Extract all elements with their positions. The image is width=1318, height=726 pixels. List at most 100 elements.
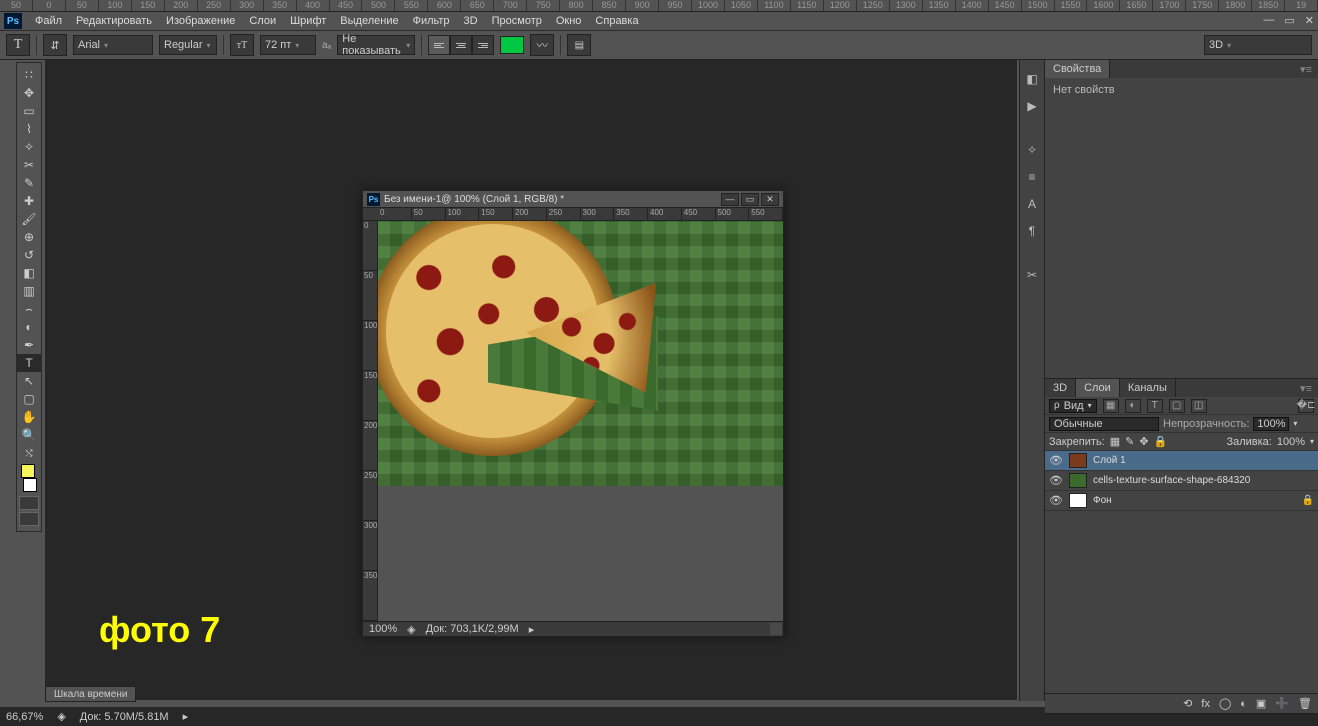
healing-tool[interactable]: ✚: [17, 192, 41, 210]
menu-item[interactable]: Шрифт: [283, 13, 333, 29]
fill-input[interactable]: 100%: [1277, 436, 1305, 448]
panel-icon[interactable]: ✧: [1023, 142, 1041, 158]
lock-all-icon[interactable]: ▦: [1110, 435, 1120, 448]
resize-grip[interactable]: [770, 623, 782, 635]
status-arrow-icon[interactable]: ▸: [183, 710, 189, 723]
type-tool[interactable]: T: [17, 354, 41, 372]
restore-icon[interactable]: ▭: [1284, 14, 1294, 27]
warp-text-button[interactable]: 〰: [530, 34, 554, 56]
align-right-button[interactable]: [472, 35, 494, 55]
new-fill-icon[interactable]: ◐: [1240, 698, 1247, 710]
panel-menu-icon[interactable]: ▾≡: [1294, 63, 1318, 76]
layer-fx-icon[interactable]: fx: [1201, 698, 1210, 710]
doc-minimize-button[interactable]: —: [721, 193, 739, 206]
lock-pixel-icon[interactable]: ✎: [1125, 435, 1134, 448]
screen-mode-buttons[interactable]: [17, 494, 41, 528]
swap-colors-icon[interactable]: ⤭: [17, 444, 41, 462]
grip-icon[interactable]: ∷: [17, 66, 41, 84]
menu-item[interactable]: Просмотр: [485, 13, 549, 29]
visibility-toggle[interactable]: 👁: [1049, 474, 1063, 487]
menu-item[interactable]: Справка: [588, 13, 645, 29]
delete-layer-icon[interactable]: 🗑: [1298, 697, 1312, 710]
character-panel-button[interactable]: ▤: [567, 34, 591, 56]
align-center-button[interactable]: [450, 35, 472, 55]
close-icon[interactable]: ✕: [1305, 14, 1314, 27]
panel-tab[interactable]: 3D: [1045, 379, 1076, 397]
filter-toggle[interactable]: �⊏: [1298, 399, 1314, 413]
visibility-toggle[interactable]: 👁: [1049, 494, 1063, 507]
filter-type-icon[interactable]: T: [1147, 399, 1163, 413]
eyedropper-tool[interactable]: ✎: [17, 174, 41, 192]
panel-icon[interactable]: ▶: [1023, 98, 1041, 114]
doc-status-icon[interactable]: ◈: [407, 623, 415, 636]
layer-kind-select[interactable]: ρ Вид ▾: [1049, 399, 1097, 413]
app-zoom[interactable]: 66,67%: [6, 711, 43, 723]
menu-item[interactable]: Окно: [549, 13, 589, 29]
text-color-swatch[interactable]: [500, 36, 524, 54]
antialias-select[interactable]: Не показывать▾: [337, 35, 415, 55]
history-brush-tool[interactable]: ↺: [17, 246, 41, 264]
layer-name[interactable]: cells-texture-surface-shape-684320: [1093, 475, 1250, 486]
layer-name[interactable]: Фон: [1093, 495, 1112, 506]
marquee-tool[interactable]: ▭: [17, 102, 41, 120]
filter-shape-icon[interactable]: ▢: [1169, 399, 1185, 413]
hand-tool[interactable]: ✋: [17, 408, 41, 426]
font-family-select[interactable]: Arial▾: [73, 35, 153, 55]
visibility-toggle[interactable]: 👁: [1049, 454, 1063, 467]
doc-status-arrow-icon[interactable]: ▸: [529, 623, 535, 636]
lock-icon[interactable]: 🔒: [1154, 435, 1168, 448]
window-controls[interactable]: — ▭ ✕: [1263, 14, 1314, 27]
panel-icon[interactable]: ¶: [1023, 223, 1041, 239]
new-group-icon[interactable]: ▣: [1256, 697, 1266, 710]
panel-icon[interactable]: ◧: [1023, 71, 1041, 87]
eraser-tool[interactable]: ◧: [17, 264, 41, 282]
layer-name[interactable]: Слой 1: [1093, 455, 1126, 466]
layer-mask-icon[interactable]: ◯: [1219, 697, 1231, 710]
menu-item[interactable]: Выделение: [333, 13, 405, 29]
doc-close-button[interactable]: ✕: [761, 193, 779, 206]
menu-item[interactable]: 3D: [457, 13, 485, 29]
dodge-tool[interactable]: ◐: [17, 318, 41, 336]
workspace-select[interactable]: 3D▾: [1204, 35, 1312, 55]
filter-smart-icon[interactable]: ◫: [1191, 399, 1207, 413]
text-align-group[interactable]: [428, 35, 494, 55]
properties-tab[interactable]: Свойства: [1045, 60, 1110, 78]
stamp-tool[interactable]: ⊕: [17, 228, 41, 246]
document-zoom[interactable]: 100%: [369, 623, 397, 635]
filter-adjust-icon[interactable]: ◐: [1125, 399, 1141, 413]
link-layers-icon[interactable]: ⟲: [1183, 697, 1192, 710]
panel-icon[interactable]: A: [1023, 196, 1041, 212]
align-left-button[interactable]: [428, 35, 450, 55]
layer-row[interactable]: 👁 cells-texture-surface-shape-684320: [1045, 471, 1318, 491]
menu-item[interactable]: Файл: [28, 13, 69, 29]
orientation-toggle[interactable]: ⇵: [43, 34, 67, 56]
crop-tool[interactable]: ✂: [17, 156, 41, 174]
layer-row[interactable]: 👁Фон🔒: [1045, 491, 1318, 511]
gradient-tool[interactable]: ▥: [17, 282, 41, 300]
doc-maximize-button[interactable]: ▭: [741, 193, 759, 206]
shape-tool[interactable]: ▢: [17, 390, 41, 408]
document-titlebar[interactable]: Ps Без имени-1@ 100% (Слой 1, RGB/8) * —…: [363, 191, 783, 208]
menu-item[interactable]: Изображение: [159, 13, 242, 29]
lasso-tool[interactable]: ⌇: [17, 120, 41, 138]
blend-mode-select[interactable]: Обычные: [1049, 417, 1159, 431]
move-tool[interactable]: ✥: [17, 84, 41, 102]
panel-menu-icon[interactable]: ▾≡: [1294, 382, 1318, 395]
brush-tool[interactable]: 🖌: [17, 210, 41, 228]
tool-indicator-icon[interactable]: T: [6, 34, 30, 56]
layer-row[interactable]: 👁 Слой 1: [1045, 451, 1318, 471]
font-weight-select[interactable]: Regular▾: [159, 35, 217, 55]
panel-tab[interactable]: Каналы: [1120, 379, 1176, 397]
menu-item[interactable]: Слои: [242, 13, 283, 29]
pen-tool[interactable]: ✒: [17, 336, 41, 354]
foreground-background-swatch[interactable]: [21, 464, 37, 492]
opacity-input[interactable]: 100%: [1253, 417, 1289, 431]
panel-icon[interactable]: ✂: [1023, 267, 1041, 283]
filter-pixel-icon[interactable]: ▦: [1103, 399, 1119, 413]
status-icon[interactable]: ◈: [57, 710, 65, 723]
minimize-icon[interactable]: —: [1263, 14, 1274, 27]
panel-tab[interactable]: Слои: [1076, 379, 1120, 397]
path-select-tool[interactable]: ↖: [17, 372, 41, 390]
font-size-select[interactable]: 72 пт▾: [260, 35, 316, 55]
blur-tool[interactable]: ⌢: [17, 300, 41, 318]
